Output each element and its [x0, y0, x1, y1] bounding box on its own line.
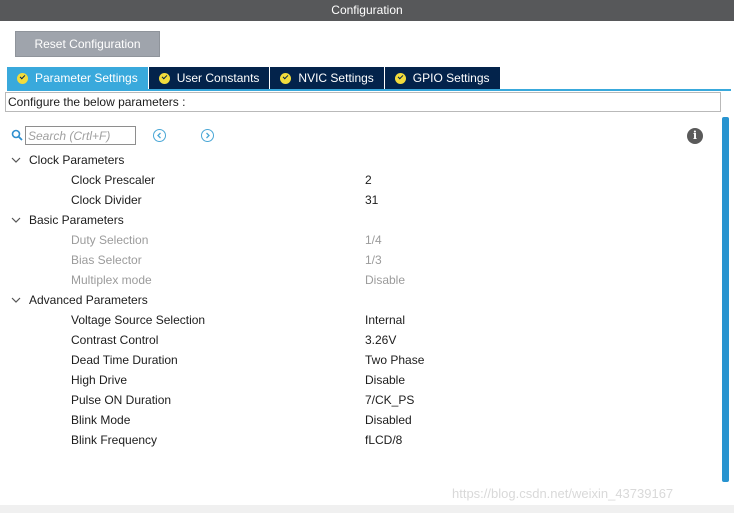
param-row[interactable]: Blink Mode Disabled	[0, 410, 720, 430]
param-value[interactable]: Disable	[365, 370, 405, 390]
group-label: Advanced Parameters	[29, 293, 148, 307]
param-name: Multiplex mode	[71, 273, 152, 287]
param-value[interactable]: 3.26V	[365, 330, 396, 350]
param-row[interactable]: Contrast Control 3.26V	[0, 330, 720, 350]
check-circle-icon	[158, 72, 170, 84]
param-row: Bias Selector 1/3	[0, 250, 720, 270]
group-label: Clock Parameters	[29, 153, 125, 167]
param-name: Duty Selection	[71, 233, 149, 247]
tab-gpio-settings[interactable]: GPIO Settings	[384, 67, 501, 89]
group-clock-parameters[interactable]: Clock Parameters	[0, 150, 720, 170]
param-row[interactable]: High Drive Disable	[0, 370, 720, 390]
param-row[interactable]: Clock Divider 31	[0, 190, 720, 210]
tab-parameter-settings[interactable]: Parameter Settings	[7, 67, 149, 89]
param-name: Blink Frequency	[71, 433, 158, 447]
tab-label: Parameter Settings	[35, 71, 138, 85]
param-row: Multiplex mode Disable	[0, 270, 720, 290]
chevron-right-icon	[206, 132, 210, 139]
param-name: Clock Prescaler	[71, 173, 156, 187]
param-row[interactable]: Blink Frequency fLCD/8	[0, 430, 720, 450]
group-basic-parameters[interactable]: Basic Parameters	[0, 210, 720, 230]
tab-nvic-settings[interactable]: NVIC Settings	[270, 67, 385, 89]
tab-underline	[7, 89, 731, 91]
param-value[interactable]: Internal	[365, 310, 405, 330]
toolbar: Reset Configuration	[0, 21, 734, 67]
tab-label: GPIO Settings	[412, 71, 490, 85]
param-name: Blink Mode	[71, 413, 131, 427]
check-circle-icon	[280, 72, 292, 84]
horizontal-scrollbar[interactable]	[0, 505, 734, 513]
info-icon[interactable]: i	[687, 128, 703, 144]
param-row[interactable]: Voltage Source Selection Internal	[0, 310, 720, 330]
group-label: Basic Parameters	[29, 213, 124, 227]
chevron-down-icon[interactable]	[11, 157, 21, 163]
reset-configuration-button[interactable]: Reset Configuration	[15, 31, 160, 57]
param-value[interactable]: 7/CK_PS	[365, 390, 414, 410]
tab-label: NVIC Settings	[298, 71, 374, 85]
group-advanced-parameters[interactable]: Advanced Parameters	[0, 290, 720, 310]
param-value[interactable]: 31	[365, 190, 378, 210]
watermark-text: https://blog.csdn.net/weixin_43739167	[452, 486, 674, 501]
tab-user-constants[interactable]: User Constants	[148, 67, 271, 89]
window-title: Configuration	[0, 0, 734, 21]
chevron-down-icon[interactable]	[11, 217, 21, 223]
check-circle-icon	[394, 72, 406, 84]
description-text: Configure the below parameters :	[5, 92, 721, 112]
tab-label: User Constants	[176, 71, 260, 85]
param-row[interactable]: Pulse ON Duration 7/CK_PS	[0, 390, 720, 410]
param-name: Dead Time Duration	[71, 353, 178, 367]
search-next-button[interactable]	[201, 129, 214, 142]
param-value[interactable]: Disabled	[365, 410, 412, 430]
param-row[interactable]: Clock Prescaler 2	[0, 170, 720, 190]
chevron-left-icon	[157, 132, 161, 139]
search-icon[interactable]	[11, 129, 23, 141]
param-name: Pulse ON Duration	[71, 393, 172, 407]
param-value: 1/4	[365, 233, 382, 247]
param-row: Duty Selection 1/4	[0, 230, 720, 250]
param-name: Contrast Control	[71, 333, 159, 347]
check-circle-icon	[17, 72, 28, 84]
param-value[interactable]: Two Phase	[365, 350, 424, 370]
search-input[interactable]	[25, 126, 136, 145]
param-value[interactable]: 2	[365, 170, 372, 190]
param-name: Clock Divider	[71, 193, 142, 207]
search-row: i	[0, 124, 734, 148]
tab-bar: Parameter Settings User Constants NVIC S…	[7, 67, 501, 89]
param-name: High Drive	[71, 373, 128, 387]
param-value[interactable]: fLCD/8	[365, 430, 402, 450]
search-previous-button[interactable]	[153, 129, 166, 142]
param-name: Voltage Source Selection	[71, 313, 206, 327]
param-value: 1/3	[365, 253, 382, 267]
chevron-down-icon[interactable]	[11, 297, 21, 303]
param-name: Bias Selector	[71, 253, 142, 267]
param-row[interactable]: Dead Time Duration Two Phase	[0, 350, 720, 370]
param-value: Disable	[365, 273, 406, 287]
vertical-scrollbar[interactable]	[722, 117, 729, 482]
